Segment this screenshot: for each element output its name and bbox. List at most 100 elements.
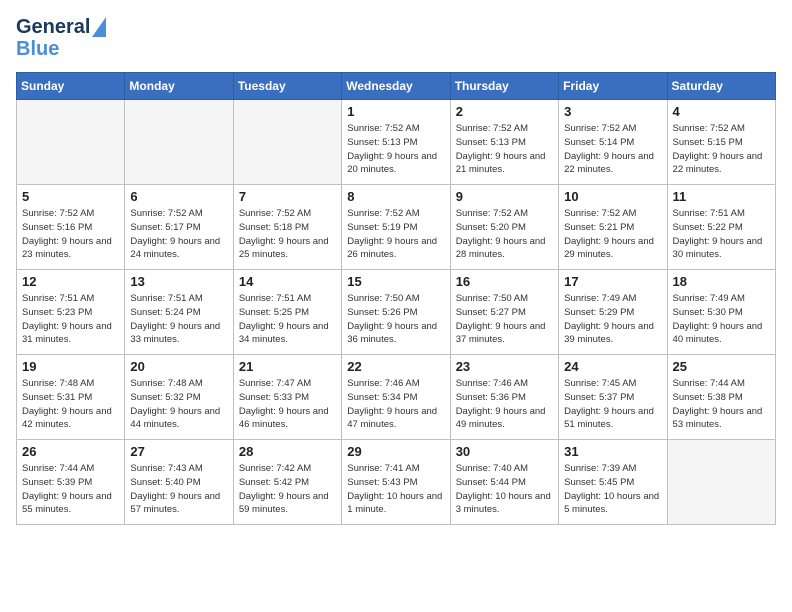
day-info: Sunrise: 7:52 AM Sunset: 5:20 PM Dayligh… (456, 207, 553, 262)
day-info: Sunrise: 7:52 AM Sunset: 5:18 PM Dayligh… (239, 207, 336, 262)
day-cell: 7 Sunrise: 7:52 AM Sunset: 5:18 PM Daylig… (233, 185, 341, 270)
day-number: 22 (347, 359, 444, 374)
day-cell (125, 100, 233, 185)
day-cell: 28 Sunrise: 7:42 AM Sunset: 5:42 PM Dayli… (233, 440, 341, 525)
header-cell-sunday: Sunday (17, 73, 125, 100)
day-info: Sunrise: 7:45 AM Sunset: 5:37 PM Dayligh… (564, 377, 661, 432)
day-info: Sunrise: 7:39 AM Sunset: 5:45 PM Dayligh… (564, 462, 661, 517)
day-cell: 2 Sunrise: 7:52 AM Sunset: 5:13 PM Daylig… (450, 100, 558, 185)
day-info: Sunrise: 7:46 AM Sunset: 5:34 PM Dayligh… (347, 377, 444, 432)
day-info: Sunrise: 7:46 AM Sunset: 5:36 PM Dayligh… (456, 377, 553, 432)
day-info: Sunrise: 7:44 AM Sunset: 5:39 PM Dayligh… (22, 462, 119, 517)
day-cell: 30 Sunrise: 7:40 AM Sunset: 5:44 PM Dayli… (450, 440, 558, 525)
day-info: Sunrise: 7:48 AM Sunset: 5:32 PM Dayligh… (130, 377, 227, 432)
day-number: 20 (130, 359, 227, 374)
day-info: Sunrise: 7:42 AM Sunset: 5:42 PM Dayligh… (239, 462, 336, 517)
day-number: 21 (239, 359, 336, 374)
header-cell-tuesday: Tuesday (233, 73, 341, 100)
day-info: Sunrise: 7:43 AM Sunset: 5:40 PM Dayligh… (130, 462, 227, 517)
header-cell-thursday: Thursday (450, 73, 558, 100)
day-cell: 11Sunrise: 7:51 AM Sunset: 5:22 PM Dayli… (667, 185, 775, 270)
day-info: Sunrise: 7:44 AM Sunset: 5:38 PM Dayligh… (673, 377, 770, 432)
day-cell: 16 Sunrise: 7:50 AM Sunset: 5:27 PM Dayli… (450, 270, 558, 355)
day-cell (233, 100, 341, 185)
day-number: 4 (673, 104, 770, 119)
day-cell: 6 Sunrise: 7:52 AM Sunset: 5:17 PM Daylig… (125, 185, 233, 270)
day-number: 28 (239, 444, 336, 459)
calendar-table: SundayMondayTuesdayWednesdayThursdayFrid… (16, 72, 776, 525)
day-cell: 26 Sunrise: 7:44 AM Sunset: 5:39 PM Dayli… (17, 440, 125, 525)
header: General Blue (16, 16, 776, 60)
day-number: 6 (130, 189, 227, 204)
header-cell-friday: Friday (559, 73, 667, 100)
day-cell: 27Sunrise: 7:43 AM Sunset: 5:40 PM Dayli… (125, 440, 233, 525)
day-cell: 24 Sunrise: 7:45 AM Sunset: 5:37 PM Dayli… (559, 355, 667, 440)
week-row-3: 12Sunrise: 7:51 AM Sunset: 5:23 PM Dayli… (17, 270, 776, 355)
day-cell: 12Sunrise: 7:51 AM Sunset: 5:23 PM Dayli… (17, 270, 125, 355)
day-number: 3 (564, 104, 661, 119)
day-number: 17 (564, 274, 661, 289)
day-info: Sunrise: 7:50 AM Sunset: 5:26 PM Dayligh… (347, 292, 444, 347)
day-info: Sunrise: 7:48 AM Sunset: 5:31 PM Dayligh… (22, 377, 119, 432)
header-cell-monday: Monday (125, 73, 233, 100)
day-number: 11 (673, 189, 770, 204)
logo-text-general: General (16, 16, 90, 38)
week-row-5: 26 Sunrise: 7:44 AM Sunset: 5:39 PM Dayli… (17, 440, 776, 525)
day-cell: 8Sunrise: 7:52 AM Sunset: 5:19 PM Daylig… (342, 185, 450, 270)
day-number: 25 (673, 359, 770, 374)
logo: General Blue (16, 16, 106, 60)
day-number: 1 (347, 104, 444, 119)
day-cell: 3 Sunrise: 7:52 AM Sunset: 5:14 PM Daylig… (559, 100, 667, 185)
day-info: Sunrise: 7:49 AM Sunset: 5:29 PM Dayligh… (564, 292, 661, 347)
day-info: Sunrise: 7:50 AM Sunset: 5:27 PM Dayligh… (456, 292, 553, 347)
day-number: 8 (347, 189, 444, 204)
day-info: Sunrise: 7:52 AM Sunset: 5:17 PM Dayligh… (130, 207, 227, 262)
day-cell: 10 Sunrise: 7:52 AM Sunset: 5:21 PM Dayli… (559, 185, 667, 270)
day-cell: 4 Sunrise: 7:52 AM Sunset: 5:15 PM Daylig… (667, 100, 775, 185)
day-number: 31 (564, 444, 661, 459)
logo-triangle-icon (92, 17, 106, 37)
day-cell: 22 Sunrise: 7:46 AM Sunset: 5:34 PM Dayli… (342, 355, 450, 440)
day-cell: 1 Sunrise: 7:52 AM Sunset: 5:13 PM Daylig… (342, 100, 450, 185)
day-number: 19 (22, 359, 119, 374)
day-info: Sunrise: 7:52 AM Sunset: 5:21 PM Dayligh… (564, 207, 661, 262)
header-cell-saturday: Saturday (667, 73, 775, 100)
day-cell: 18Sunrise: 7:49 AM Sunset: 5:30 PM Dayli… (667, 270, 775, 355)
day-info: Sunrise: 7:52 AM Sunset: 5:13 PM Dayligh… (347, 122, 444, 177)
day-cell: 25 Sunrise: 7:44 AM Sunset: 5:38 PM Dayli… (667, 355, 775, 440)
day-number: 29 (347, 444, 444, 459)
day-cell: 17 Sunrise: 7:49 AM Sunset: 5:29 PM Dayli… (559, 270, 667, 355)
header-cell-wednesday: Wednesday (342, 73, 450, 100)
day-number: 14 (239, 274, 336, 289)
day-cell: 14Sunrise: 7:51 AM Sunset: 5:25 PM Dayli… (233, 270, 341, 355)
day-info: Sunrise: 7:52 AM Sunset: 5:15 PM Dayligh… (673, 122, 770, 177)
day-cell: 19 Sunrise: 7:48 AM Sunset: 5:31 PM Dayli… (17, 355, 125, 440)
day-info: Sunrise: 7:40 AM Sunset: 5:44 PM Dayligh… (456, 462, 553, 517)
day-cell: 29Sunrise: 7:41 AM Sunset: 5:43 PM Dayli… (342, 440, 450, 525)
day-cell: 21Sunrise: 7:47 AM Sunset: 5:33 PM Dayli… (233, 355, 341, 440)
header-row: SundayMondayTuesdayWednesdayThursdayFrid… (17, 73, 776, 100)
day-number: 13 (130, 274, 227, 289)
day-number: 5 (22, 189, 119, 204)
day-info: Sunrise: 7:52 AM Sunset: 5:16 PM Dayligh… (22, 207, 119, 262)
day-number: 7 (239, 189, 336, 204)
day-cell: 15Sunrise: 7:50 AM Sunset: 5:26 PM Dayli… (342, 270, 450, 355)
day-number: 2 (456, 104, 553, 119)
day-cell: 23 Sunrise: 7:46 AM Sunset: 5:36 PM Dayli… (450, 355, 558, 440)
day-cell: 20 Sunrise: 7:48 AM Sunset: 5:32 PM Dayli… (125, 355, 233, 440)
day-number: 10 (564, 189, 661, 204)
day-info: Sunrise: 7:52 AM Sunset: 5:14 PM Dayligh… (564, 122, 661, 177)
day-number: 26 (22, 444, 119, 459)
day-number: 23 (456, 359, 553, 374)
day-number: 30 (456, 444, 553, 459)
week-row-2: 5 Sunrise: 7:52 AM Sunset: 5:16 PM Daylig… (17, 185, 776, 270)
day-cell: 13 Sunrise: 7:51 AM Sunset: 5:24 PM Dayli… (125, 270, 233, 355)
day-number: 24 (564, 359, 661, 374)
day-info: Sunrise: 7:52 AM Sunset: 5:13 PM Dayligh… (456, 122, 553, 177)
day-cell: 31 Sunrise: 7:39 AM Sunset: 5:45 PM Dayli… (559, 440, 667, 525)
day-number: 16 (456, 274, 553, 289)
week-row-4: 19 Sunrise: 7:48 AM Sunset: 5:31 PM Dayli… (17, 355, 776, 440)
day-cell: 9Sunrise: 7:52 AM Sunset: 5:20 PM Daylig… (450, 185, 558, 270)
day-info: Sunrise: 7:51 AM Sunset: 5:24 PM Dayligh… (130, 292, 227, 347)
day-cell: 5 Sunrise: 7:52 AM Sunset: 5:16 PM Daylig… (17, 185, 125, 270)
